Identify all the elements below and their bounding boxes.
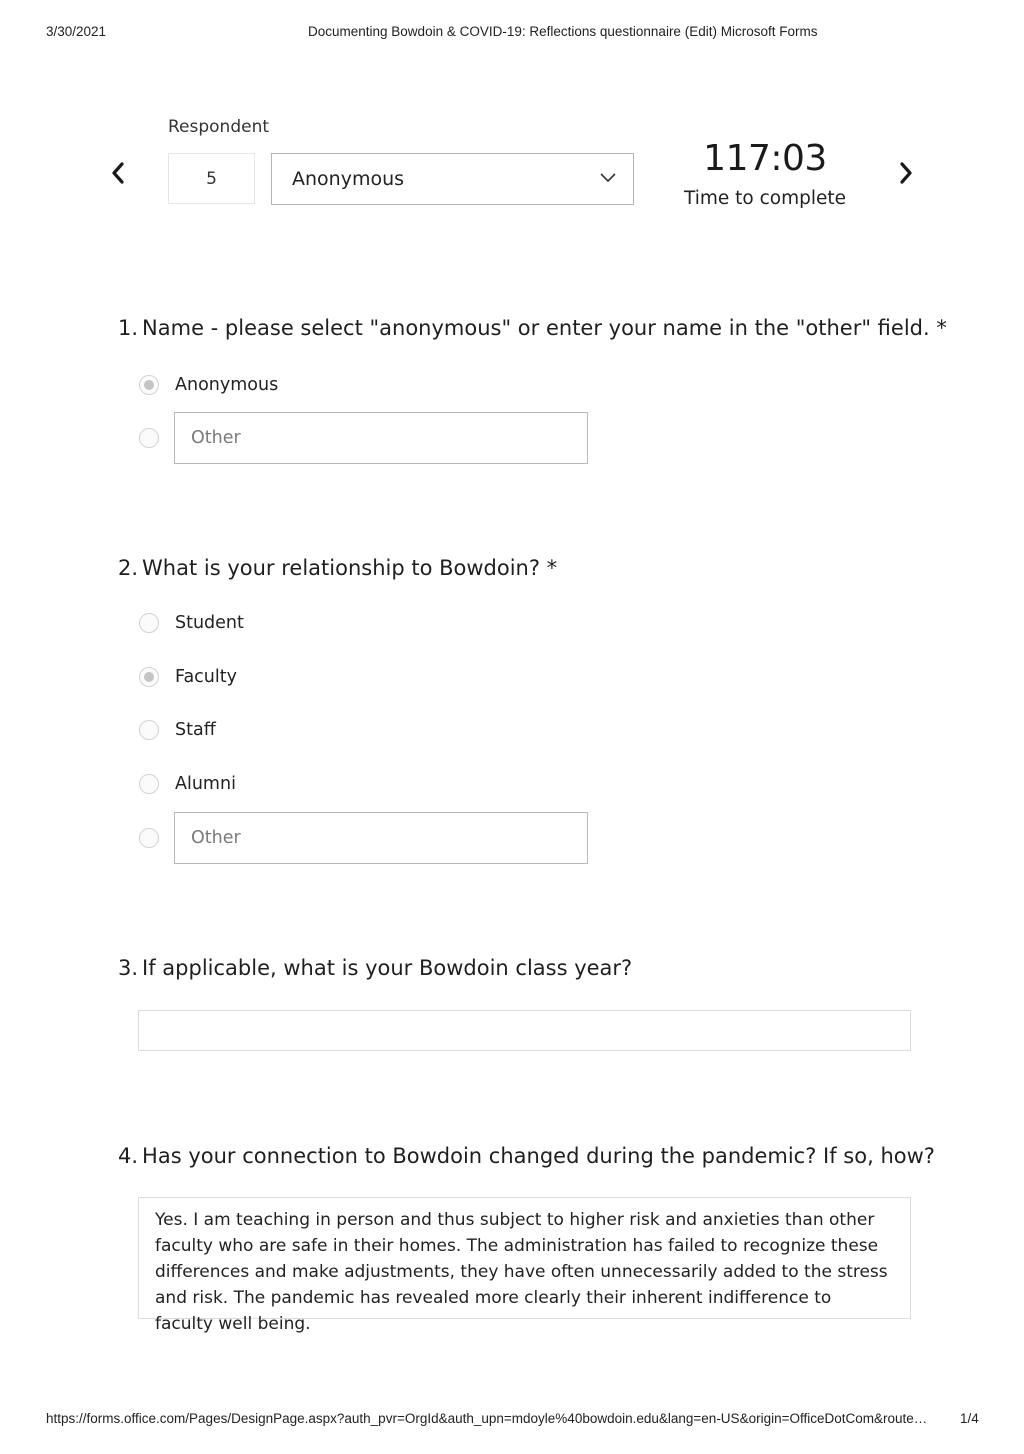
- option-label: Alumni: [175, 774, 236, 794]
- q2-option-alumni[interactable]: Alumni: [139, 774, 236, 794]
- question-text: Name - please select "anonymous" or ente…: [142, 316, 947, 340]
- q2-option-faculty[interactable]: Faculty: [139, 667, 237, 687]
- option-label: Faculty: [175, 667, 237, 687]
- time-to-complete-label: Time to complete: [683, 188, 847, 209]
- q3-class-year-input[interactable]: [138, 1010, 911, 1051]
- chevron-down-icon: [600, 173, 616, 183]
- q2-option-student[interactable]: Student: [139, 613, 244, 633]
- q1-option-anonymous[interactable]: Anonymous: [139, 375, 278, 395]
- radio-button[interactable]: [139, 428, 159, 448]
- respondent-dropdown-value: Anonymous: [292, 168, 405, 190]
- q1-option-other[interactable]: Other: [139, 412, 588, 464]
- other-placeholder: Other: [191, 428, 241, 448]
- question-number: 3.: [118, 956, 139, 980]
- question-text: What is your relationship to Bowdoin? *: [142, 556, 558, 580]
- q2-option-other[interactable]: Other: [139, 812, 588, 864]
- print-date: 3/30/2021: [46, 24, 107, 39]
- print-page-title: Documenting Bowdoin & COVID-19: Reflecti…: [308, 24, 818, 39]
- radio-button-checked[interactable]: [139, 375, 159, 395]
- respondent-dropdown[interactable]: Anonymous: [271, 153, 634, 205]
- chevron-left-icon: [112, 162, 124, 184]
- option-label: Staff: [175, 720, 216, 740]
- option-label: Anonymous: [175, 375, 279, 395]
- respondent-label: Respondent: [168, 117, 270, 137]
- previous-respondent-button[interactable]: [106, 158, 130, 188]
- q2-option-staff[interactable]: Staff: [139, 720, 216, 740]
- q1-other-input[interactable]: Other: [174, 412, 588, 464]
- print-page-number: 1/4: [960, 1411, 979, 1426]
- q4-answer-textarea[interactable]: Yes. I am teaching in person and thus su…: [138, 1197, 911, 1334]
- question-3-title: 3. If applicable, what is your Bowdoin cl…: [118, 956, 632, 980]
- radio-button[interactable]: [139, 774, 159, 794]
- radio-button[interactable]: [139, 613, 159, 633]
- print-url: https://forms.office.com/Pages/DesignPag…: [46, 1411, 928, 1426]
- question-text: Has your connection to Bowdoin changed d…: [142, 1144, 935, 1168]
- radio-button-checked[interactable]: [139, 667, 159, 687]
- question-2-title: 2. What is your relationship to Bowdoin? …: [118, 556, 557, 580]
- question-number: 4.: [118, 1144, 139, 1168]
- radio-button[interactable]: [139, 828, 159, 848]
- option-label: Student: [175, 613, 244, 633]
- question-text: If applicable, what is your Bowdoin clas…: [142, 956, 633, 980]
- respondent-number: 5: [206, 168, 217, 189]
- respondent-number-input[interactable]: 5: [168, 153, 255, 204]
- q3-answer: [139, 1011, 910, 1029]
- question-number: 1.: [118, 316, 139, 340]
- next-respondent-button[interactable]: [894, 158, 918, 188]
- question-4-title: 4. Has your connection to Bowdoin changed…: [118, 1144, 935, 1168]
- time-to-complete-value: 117:03: [703, 138, 827, 179]
- chevron-right-icon: [900, 162, 912, 184]
- q2-other-input[interactable]: Other: [174, 812, 588, 864]
- q4-answer: Yes. I am teaching in person and thus su…: [155, 1210, 888, 1334]
- question-1-title: 1. Name - please select "anonymous" or en…: [118, 316, 947, 340]
- radio-button[interactable]: [139, 720, 159, 740]
- other-placeholder: Other: [191, 828, 241, 848]
- question-number: 2.: [118, 556, 139, 580]
